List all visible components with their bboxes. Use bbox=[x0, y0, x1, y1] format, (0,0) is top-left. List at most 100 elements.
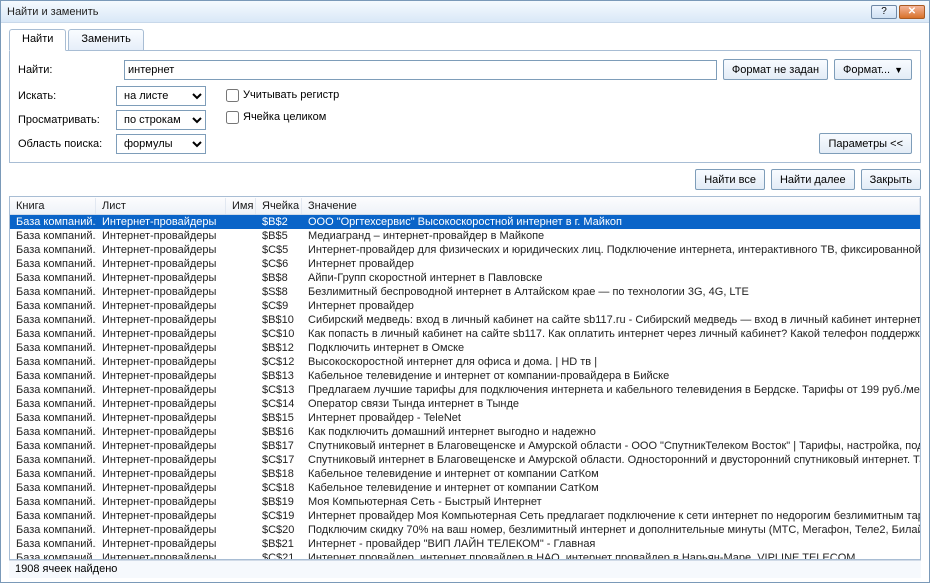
table-row[interactable]: База компаний.xlsxИнтернет-провайдеры $B$… bbox=[10, 467, 920, 481]
cell-value: Кабельное телевидение и интернет от комп… bbox=[302, 369, 920, 383]
header-cell[interactable]: Ячейка bbox=[256, 198, 302, 214]
cell-book: База компаний.xlsx bbox=[10, 439, 96, 453]
look-by-select[interactable]: по строкам bbox=[116, 110, 206, 130]
format-status-button[interactable]: Формат не задан bbox=[723, 59, 828, 80]
table-row[interactable]: База компаний.xlsxИнтернет-провайдеры$B$… bbox=[10, 495, 920, 509]
cell-cell: $B$18 bbox=[256, 467, 302, 481]
cell-name bbox=[226, 425, 256, 439]
cell-book: База компаний.xlsx bbox=[10, 215, 96, 229]
match-case-checkbox[interactable] bbox=[226, 89, 239, 102]
cell-cell: $B$19 bbox=[256, 495, 302, 509]
cell-book: База компаний.xlsx bbox=[10, 411, 96, 425]
close-button[interactable]: Закрыть bbox=[861, 169, 921, 190]
cell-sheet: Интернет-провайдеры bbox=[96, 551, 226, 559]
table-row[interactable]: База компаний.xlsxИнтернет-провайдеры$B$… bbox=[10, 229, 920, 243]
table-row[interactable]: База компаний.xlsxИнтернет-провайдеры$C$… bbox=[10, 397, 920, 411]
table-row[interactable]: База компаний.xlsxИнтернет-провайдеры$B$… bbox=[10, 369, 920, 383]
format-menu-button[interactable]: Формат... ▼ bbox=[834, 59, 912, 80]
table-row[interactable]: База компаний.xlsxИнтернет-провайдеры$B$… bbox=[10, 439, 920, 453]
cell-name bbox=[226, 369, 256, 383]
table-row[interactable]: База компаний.xlsxИнтернет-провайдеры$C$… bbox=[10, 383, 920, 397]
table-row[interactable]: База компаний.xlsxИнтернет-провайдеры$C$… bbox=[10, 523, 920, 537]
params-toggle-button[interactable]: Параметры << bbox=[819, 133, 912, 154]
tab-replace[interactable]: Заменить bbox=[68, 29, 143, 51]
table-row[interactable]: База компаний.xlsxИнтернет-провайдеры$C$… bbox=[10, 243, 920, 257]
cell-name bbox=[226, 257, 256, 271]
table-row[interactable]: База компаний.xlsxИнтернет-провайдеры$C$… bbox=[10, 453, 920, 467]
table-row[interactable]: База компаний.xlsxИнтернет-провайдеры$C$… bbox=[10, 299, 920, 313]
cell-value: Кабельное телевидение и интернет от комп… bbox=[302, 467, 920, 481]
header-sheet[interactable]: Лист bbox=[96, 198, 226, 214]
cell-value: Спутниковый интернет в Благовещенске и А… bbox=[302, 453, 920, 467]
scope-select[interactable]: формулы bbox=[116, 134, 206, 154]
header-value[interactable]: Значение bbox=[302, 198, 920, 214]
cell-book: База компаний.xlsx bbox=[10, 467, 96, 481]
table-row[interactable]: База компаний.xlsxИнтернет-провайдеры$B$… bbox=[10, 341, 920, 355]
cell-cell: $B$15 bbox=[256, 411, 302, 425]
help-button[interactable]: ? bbox=[871, 5, 897, 19]
find-label: Найти: bbox=[18, 64, 118, 76]
cell-sheet: Интернет-провайдеры bbox=[96, 285, 226, 299]
cell-cell: $B$16 bbox=[256, 425, 302, 439]
window-title: Найти и заменить bbox=[7, 6, 871, 18]
table-row[interactable]: База компаний.xlsxИнтернет-провайдеры$B$… bbox=[10, 425, 920, 439]
header-name[interactable]: Имя bbox=[226, 198, 256, 214]
find-input[interactable] bbox=[124, 60, 717, 80]
cell-book: База компаний.xlsx bbox=[10, 425, 96, 439]
cell-book: База компаний.xlsx bbox=[10, 383, 96, 397]
cell-value: Интернет провайдер Моя Компьютерная Сеть… bbox=[302, 509, 920, 523]
find-replace-dialog: Найти и заменить ? ✕ Найти Заменить Найт… bbox=[0, 0, 930, 583]
cell-sheet: Интернет-провайдеры bbox=[96, 439, 226, 453]
cell-value: Безлимитный беспроводной интернет в Алта… bbox=[302, 285, 920, 299]
search-in-select[interactable]: на листе bbox=[116, 86, 206, 106]
table-row[interactable]: База компаний.xlsxИнтернет-провайдеры$C$… bbox=[10, 257, 920, 271]
cell-value: Спутниковый интернет в Благовещенске и А… bbox=[302, 439, 920, 453]
table-row[interactable]: База компаний.xlsxИнтернет-провайдеры$C$… bbox=[10, 481, 920, 495]
table-row[interactable]: База компаний.xlsxИнтернет-провайдеры $C$… bbox=[10, 551, 920, 559]
table-row[interactable]: База компаний.xlsxИнтернет-провайдеры$S$… bbox=[10, 285, 920, 299]
whole-cell-option[interactable]: Ячейка целиком bbox=[226, 108, 339, 126]
cell-sheet: Интернет-провайдеры bbox=[96, 271, 226, 285]
cell-cell: $C$14 bbox=[256, 397, 302, 411]
cell-sheet: Интернет-провайдеры bbox=[96, 481, 226, 495]
cell-cell: $B$10 bbox=[256, 313, 302, 327]
match-case-option[interactable]: Учитывать регистр bbox=[226, 86, 339, 104]
cell-name bbox=[226, 215, 256, 229]
cell-cell: $B$8 bbox=[256, 271, 302, 285]
find-next-button[interactable]: Найти далее bbox=[771, 169, 855, 190]
table-row[interactable]: База компаний.xlsxИнтернет-провайдеры$C$… bbox=[10, 355, 920, 369]
find-all-button[interactable]: Найти все bbox=[695, 169, 765, 190]
cell-name bbox=[226, 299, 256, 313]
cell-book: База компаний.xlsx bbox=[10, 243, 96, 257]
tab-find[interactable]: Найти bbox=[9, 29, 66, 51]
cell-value: Интернет провайдер bbox=[302, 257, 920, 271]
header-book[interactable]: Книга bbox=[10, 198, 96, 214]
cell-name bbox=[226, 537, 256, 551]
table-row[interactable]: База компаний.xlsxИнтернет-провайдеры$B$… bbox=[10, 537, 920, 551]
cell-name bbox=[226, 467, 256, 481]
cell-value: Предлагаем лучшие тарифы для подключения… bbox=[302, 383, 920, 397]
cell-sheet: Интернет-провайдеры bbox=[96, 341, 226, 355]
cell-cell: $B$13 bbox=[256, 369, 302, 383]
cell-cell: $C$19 bbox=[256, 509, 302, 523]
table-row[interactable]: База компаний.xlsxИнтернет-провайдеры$C$… bbox=[10, 509, 920, 523]
whole-cell-checkbox[interactable] bbox=[226, 111, 239, 124]
cell-name bbox=[226, 551, 256, 559]
table-row[interactable]: База компаний.xlsxИнтернет-провайдеры$B$… bbox=[10, 215, 920, 229]
cell-sheet: Интернет-провайдеры bbox=[96, 467, 226, 481]
cell-book: База компаний.xlsx bbox=[10, 551, 96, 559]
table-row[interactable]: База компаний.xlsxИнтернет-провайдеры$C$… bbox=[10, 327, 920, 341]
table-row[interactable]: База компаний.xlsxИнтернет-провайдеры$B$… bbox=[10, 313, 920, 327]
cell-value: Интернет провайдер bbox=[302, 299, 920, 313]
table-row[interactable]: База компаний.xlsxИнтернет-провайдеры$B$… bbox=[10, 411, 920, 425]
cell-cell: $C$21 bbox=[256, 551, 302, 559]
cell-book: База компаний.xlsx bbox=[10, 369, 96, 383]
cell-value: Интернет провайдер - TeleNet bbox=[302, 411, 920, 425]
titlebar[interactable]: Найти и заменить ? ✕ bbox=[1, 1, 929, 23]
cell-book: База компаний.xlsx bbox=[10, 509, 96, 523]
close-window-button[interactable]: ✕ bbox=[899, 5, 925, 19]
results-body[interactable]: База компаний.xlsxИнтернет-провайдеры$B$… bbox=[10, 215, 920, 559]
cell-name bbox=[226, 229, 256, 243]
table-row[interactable]: База компаний.xlsxИнтернет-провайдеры$B$… bbox=[10, 271, 920, 285]
cell-cell: $C$10 bbox=[256, 327, 302, 341]
